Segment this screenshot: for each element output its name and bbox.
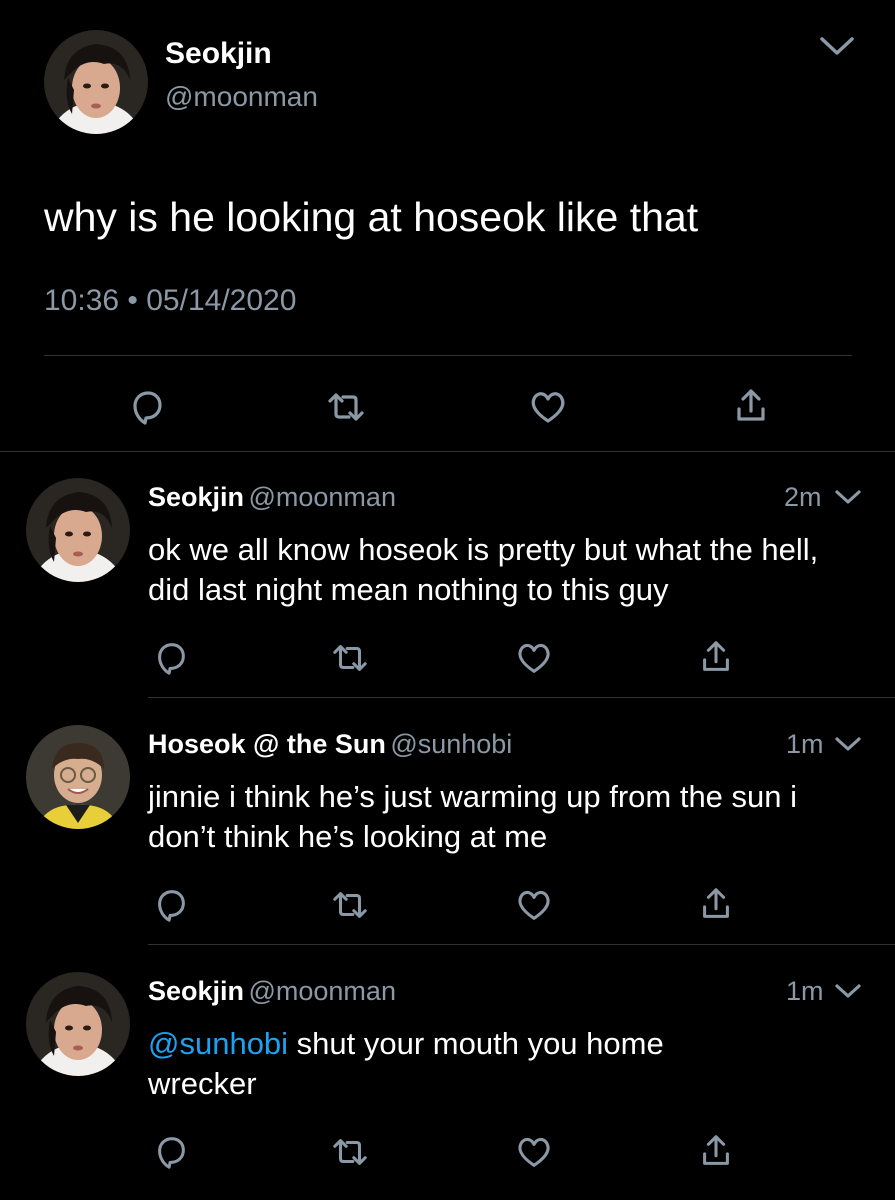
reply-header: Hoseok @ the Sun @sunhobi [148, 727, 512, 766]
retweet-icon[interactable] [329, 639, 371, 677]
share-icon[interactable] [731, 385, 771, 427]
tweet-timestamp: 10:36 • 05/14/2020 [44, 284, 297, 317]
divider [44, 355, 852, 356]
mention-link[interactable]: @sunhobi [148, 1026, 288, 1061]
display-name[interactable]: Seokjin [165, 36, 272, 72]
chevron-down-icon[interactable] [834, 982, 862, 1000]
reply-text: ok we all know hoseok is pretty but what… [148, 532, 819, 607]
display-name[interactable]: Seokjin [148, 482, 244, 512]
retweet-icon[interactable] [324, 387, 368, 427]
heart-icon[interactable] [514, 886, 554, 924]
handle[interactable]: @moonman [165, 80, 318, 114]
retweet-icon[interactable] [329, 886, 371, 924]
handle[interactable]: @moonman [248, 482, 395, 512]
divider [148, 697, 895, 698]
share-icon[interactable] [697, 884, 735, 924]
avatar[interactable] [44, 30, 148, 134]
heart-icon[interactable] [514, 1133, 554, 1171]
reply-header: Seokjin @moonman [148, 480, 396, 519]
heart-icon[interactable] [514, 639, 554, 677]
share-icon[interactable] [697, 637, 735, 677]
reply-icon[interactable] [152, 1133, 190, 1171]
section-divider [0, 451, 895, 452]
divider [148, 944, 895, 945]
avatar[interactable] [26, 972, 130, 1076]
reply-time: 2m [784, 482, 822, 512]
avatar[interactable] [26, 478, 130, 582]
heart-icon[interactable] [527, 387, 569, 427]
reply-time: 1m [786, 976, 824, 1006]
reply-time: 1m [786, 729, 824, 759]
reply-icon[interactable] [152, 886, 190, 924]
chevron-down-icon[interactable] [834, 488, 862, 506]
reply-text: @sunhobi shut your mouth you home wrecke… [148, 1024, 748, 1104]
retweet-icon[interactable] [329, 1133, 371, 1171]
reply-icon[interactable] [152, 639, 190, 677]
chevron-down-icon[interactable] [834, 735, 862, 753]
display-name[interactable]: Seokjin [148, 976, 244, 1006]
share-icon[interactable] [697, 1131, 735, 1171]
chevron-down-icon[interactable] [818, 34, 856, 58]
handle[interactable]: @sunhobi [390, 729, 512, 759]
tweet-text: why is he looking at hoseok like that [44, 194, 699, 240]
reply-header: Seokjin @moonman [148, 974, 396, 1013]
avatar[interactable] [26, 725, 130, 829]
reply-text: jinnie i think he’s just warming up from… [148, 779, 798, 854]
reply-icon[interactable] [127, 387, 167, 427]
handle[interactable]: @moonman [248, 976, 395, 1006]
display-name[interactable]: Hoseok @ the Sun [148, 729, 386, 759]
